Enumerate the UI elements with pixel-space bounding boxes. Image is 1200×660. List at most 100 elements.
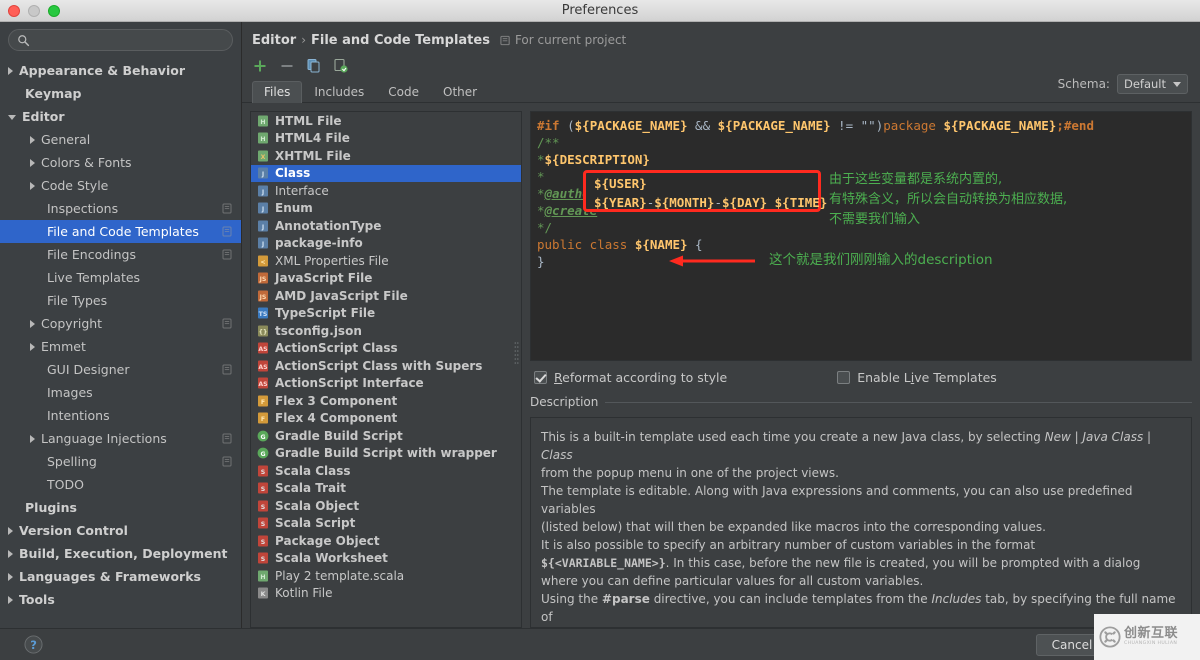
sidebar-item-label: Inspections: [47, 201, 118, 216]
chevron-right-icon[interactable]: [30, 320, 35, 328]
chevron-right-icon[interactable]: [30, 343, 35, 351]
sidebar-item-intentions[interactable]: Intentions: [0, 404, 241, 427]
sidebar-item-general[interactable]: General: [0, 128, 241, 151]
chevron-right-icon[interactable]: [8, 550, 13, 558]
template-list-item[interactable]: H HTML4 File: [251, 130, 521, 148]
template-list-item[interactable]: S Scala Worksheet: [251, 550, 521, 568]
sidebar-item-file-and-code-templates[interactable]: File and Code Templates: [0, 220, 241, 243]
sidebar-item-editor[interactable]: Editor: [0, 105, 241, 128]
close-window-button[interactable]: [8, 5, 20, 17]
template-list-item[interactable]: S Scala Class: [251, 462, 521, 480]
html-file-icon: H: [257, 115, 269, 127]
sidebar-item-todo[interactable]: TODO: [0, 473, 241, 496]
sidebar-item-emmet[interactable]: Emmet: [0, 335, 241, 358]
chevron-down-icon[interactable]: [8, 115, 16, 120]
sidebar-item-keymap[interactable]: Keymap: [0, 82, 241, 105]
chevron-right-icon[interactable]: [8, 527, 13, 535]
description-group: Description This is a built-in template …: [530, 393, 1192, 628]
sidebar-item-spelling[interactable]: Spelling: [0, 450, 241, 473]
maximize-window-button[interactable]: [48, 5, 60, 17]
reformat-checkbox-box[interactable]: [534, 371, 547, 384]
templates-list[interactable]: H HTML File H HTML4 File X XHTML File J …: [250, 111, 522, 628]
breadcrumb-root[interactable]: Editor: [252, 33, 296, 48]
template-list-item[interactable]: G Gradle Build Script with wrapper: [251, 445, 521, 463]
chevron-right-icon[interactable]: [30, 435, 35, 443]
code-token-semi: ;: [1056, 118, 1064, 133]
template-list-item[interactable]: J Enum: [251, 200, 521, 218]
template-list-item[interactable]: H HTML File: [251, 112, 521, 130]
sidebar-item-language-injections[interactable]: Language Injections: [0, 427, 241, 450]
sidebar-item-gui-designer[interactable]: GUI Designer: [0, 358, 241, 381]
template-list-item[interactable]: JS JavaScript File: [251, 270, 521, 288]
copy-template-button[interactable]: [306, 58, 322, 74]
schema-dropdown[interactable]: Default: [1117, 74, 1188, 94]
minimize-window-button[interactable]: [28, 5, 40, 17]
template-list-item[interactable]: {} tsconfig.json: [251, 322, 521, 340]
code-token-public-class: public class: [537, 237, 635, 252]
template-list-item[interactable]: JS AMD JavaScript File: [251, 287, 521, 305]
reset-template-button[interactable]: [333, 58, 349, 74]
chevron-right-icon[interactable]: [8, 596, 13, 604]
template-list-item[interactable]: X XHTML File: [251, 147, 521, 165]
template-list-item[interactable]: S Scala Object: [251, 497, 521, 515]
template-list-item[interactable]: S Scala Trait: [251, 480, 521, 498]
help-icon[interactable]: ?: [24, 635, 43, 654]
sidebar-item-languages-frameworks[interactable]: Languages & Frameworks: [0, 565, 241, 588]
sidebar-item-inspections[interactable]: Inspections: [0, 197, 241, 220]
template-list-item[interactable]: AS ActionScript Interface: [251, 375, 521, 393]
template-list-item-label: ActionScript Interface: [275, 376, 424, 390]
template-list-item[interactable]: J Class: [251, 165, 521, 183]
tab-other[interactable]: Other: [431, 81, 489, 103]
chevron-right-icon[interactable]: [30, 182, 35, 190]
remove-template-button[interactable]: [279, 58, 295, 74]
tab-code[interactable]: Code: [376, 81, 431, 103]
template-list-item[interactable]: TS TypeScript File: [251, 305, 521, 323]
template-list-item[interactable]: J AnnotationType: [251, 217, 521, 235]
svg-text:K: K: [261, 591, 266, 598]
template-list-item[interactable]: G Gradle Build Script: [251, 427, 521, 445]
sidebar-item-code-style[interactable]: Code Style: [0, 174, 241, 197]
template-list-item[interactable]: J package-info: [251, 235, 521, 253]
sidebar-item-version-control[interactable]: Version Control: [0, 519, 241, 542]
splitter-grip[interactable]: [514, 340, 519, 366]
chevron-right-icon[interactable]: [30, 136, 35, 144]
template-list-item[interactable]: S Scala Script: [251, 515, 521, 533]
template-list-item[interactable]: K Kotlin File: [251, 585, 521, 603]
sidebar-item-file-encodings[interactable]: File Encodings: [0, 243, 241, 266]
chevron-right-icon[interactable]: [30, 159, 35, 167]
template-list-item[interactable]: F Flex 3 Component: [251, 392, 521, 410]
sidebar-item-appearance-behavior[interactable]: Appearance & Behavior: [0, 59, 241, 82]
template-list-item[interactable]: S Package Object: [251, 532, 521, 550]
sidebar-item-images[interactable]: Images: [0, 381, 241, 404]
template-code-editor[interactable]: #if (${PACKAGE_NAME} && ${PACKAGE_NAME} …: [530, 111, 1192, 361]
live-templates-checkbox-box[interactable]: [837, 371, 850, 384]
template-list-item[interactable]: < XML Properties File: [251, 252, 521, 270]
template-list-item[interactable]: AS ActionScript Class: [251, 340, 521, 358]
search-input[interactable]: [35, 33, 224, 47]
reformat-checkbox[interactable]: Reformat according to style: [534, 370, 727, 385]
sidebar-item-colors-fonts[interactable]: Colors & Fonts: [0, 151, 241, 174]
sidebar-item-copyright[interactable]: Copyright: [0, 312, 241, 335]
chevron-right-icon[interactable]: [8, 573, 13, 581]
add-template-button[interactable]: [252, 58, 268, 74]
sidebar-item-file-types[interactable]: File Types: [0, 289, 241, 312]
chevron-right-icon[interactable]: [8, 67, 13, 75]
description-body[interactable]: This is a built-in template used each ti…: [530, 417, 1192, 628]
sidebar-item-tools[interactable]: Tools: [0, 588, 241, 611]
tab-files[interactable]: Files: [252, 81, 302, 103]
search-box[interactable]: [8, 29, 233, 51]
template-list-item[interactable]: H Play 2 template.scala: [251, 567, 521, 585]
sidebar-item-live-templates[interactable]: Live Templates: [0, 266, 241, 289]
template-list-item[interactable]: F Flex 4 Component: [251, 410, 521, 428]
svg-text:J: J: [261, 189, 264, 196]
template-list-item[interactable]: J Interface: [251, 182, 521, 200]
live-templates-checkbox[interactable]: Enable Live Templates: [837, 370, 997, 385]
template-list-item-label: Enum: [275, 201, 313, 215]
sidebar-item-label: Code Style: [41, 178, 108, 193]
sidebar-item-plugins[interactable]: Plugins: [0, 496, 241, 519]
gradle-icon: G: [257, 447, 269, 459]
description-includes-tab: Includes: [931, 592, 981, 606]
sidebar-item-build-execution-deployment[interactable]: Build, Execution, Deployment: [0, 542, 241, 565]
tab-includes[interactable]: Includes: [302, 81, 376, 103]
template-list-item[interactable]: AS ActionScript Class with Supers: [251, 357, 521, 375]
